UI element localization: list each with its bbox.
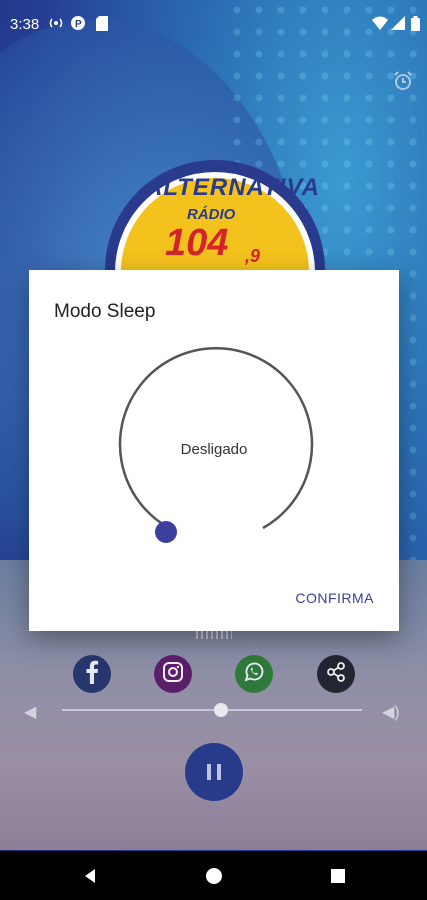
- facebook-icon: [82, 660, 102, 689]
- sleep-mode-dialog: Modo Sleep Desligado CONFIRMA: [29, 270, 399, 631]
- status-bar: 3:38 P: [0, 0, 427, 48]
- share-button[interactable]: [317, 655, 355, 693]
- instagram-icon: [162, 661, 184, 688]
- logo-name: ALTERNATIVA: [145, 174, 320, 201]
- whatsapp-icon: [243, 661, 265, 688]
- home-icon[interactable]: [204, 866, 224, 886]
- confirm-button[interactable]: CONFIRMA: [295, 590, 374, 606]
- drag-handle[interactable]: [196, 631, 232, 639]
- logo-frequency-decimal: ,9: [245, 246, 261, 266]
- alarm-clock-icon[interactable]: [392, 70, 414, 92]
- sim-card-icon: [94, 15, 110, 31]
- pause-button[interactable]: [185, 743, 243, 801]
- share-icon: [325, 661, 347, 688]
- p-icon: P: [70, 15, 86, 31]
- battery-icon: [407, 15, 423, 31]
- signal-icon: [390, 15, 406, 31]
- facebook-button[interactable]: [73, 655, 111, 693]
- cast-icon: [48, 15, 64, 31]
- logo-frequency: 104: [165, 222, 229, 264]
- volume-down-icon[interactable]: ◀: [24, 702, 36, 722]
- timer-value-label: Desligado: [180, 441, 248, 458]
- volume-slider[interactable]: [62, 703, 362, 717]
- svg-text:P: P: [75, 19, 82, 30]
- dialog-title: Modo Sleep: [54, 301, 156, 322]
- wifi-icon: [372, 15, 388, 31]
- pause-icon: [207, 764, 221, 780]
- recents-icon[interactable]: [328, 866, 348, 886]
- station-logo: ALTERNATIVA RÁDIO 104 ,9: [95, 160, 335, 380]
- dial-track: [118, 347, 314, 530]
- navigation-bar: [0, 851, 427, 900]
- volume-up-icon[interactable]: ◀): [382, 702, 400, 722]
- whatsapp-button[interactable]: [235, 655, 273, 693]
- status-time: 3:38: [10, 16, 40, 33]
- dial-knob[interactable]: [155, 521, 177, 543]
- logo-radio-label: RÁDIO: [187, 206, 236, 223]
- back-icon[interactable]: [80, 866, 100, 886]
- instagram-button[interactable]: [154, 655, 192, 693]
- volume-slider-thumb[interactable]: [214, 703, 228, 717]
